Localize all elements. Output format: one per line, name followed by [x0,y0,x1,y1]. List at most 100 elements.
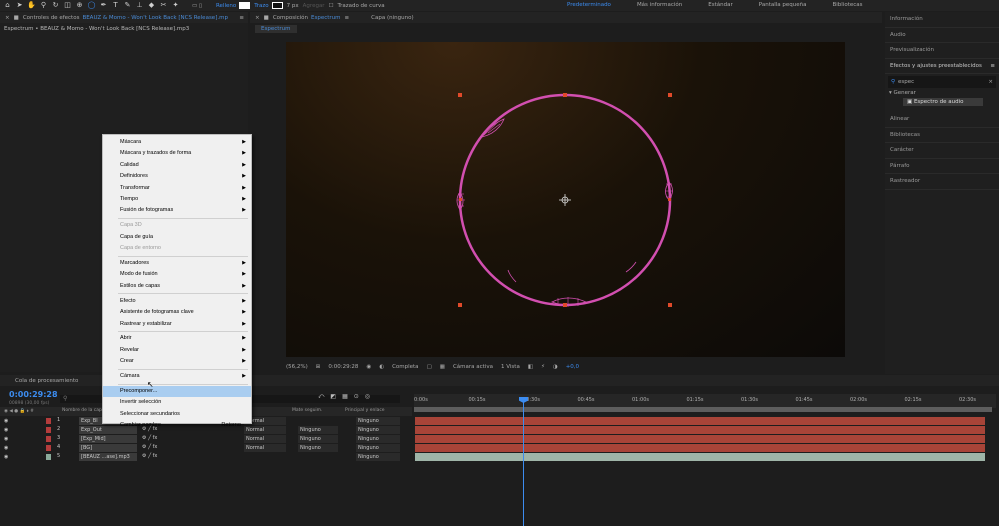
timeline-timecode[interactable]: 0:00:29:28 [9,390,58,399]
label-color-swatch[interactable] [46,445,51,451]
menu-item[interactable]: Fusión de fotogramas ▶ [103,205,251,216]
pen-tool-icon[interactable]: ✒ [99,1,108,10]
layer-switches[interactable]: ⚙ ╱ fx [142,435,157,441]
render-queue-tab[interactable]: Cola de procesamiento [15,378,78,384]
menu-item[interactable]: Definidores ▶ [103,171,251,182]
timeline-switches[interactable]: ⤺◩▦⊙◎ [318,393,376,401]
preview-panel-tab[interactable]: Previsualización [885,43,999,59]
eraser-tool-icon[interactable]: ◆ [147,1,156,10]
tree-item-audio-spectrum[interactable]: ▣ Espectro de audio [903,98,983,106]
parent-dropdown[interactable]: Ninguno [356,444,400,452]
panel-menu-icon[interactable]: ≡ [990,59,995,75]
lock-icon[interactable]: ■ [264,15,269,21]
close-icon[interactable]: × [5,15,10,21]
resolution-dropdown[interactable]: Completa [392,364,419,370]
effects-search-input[interactable]: ⚲ espec × [888,76,996,88]
workspace-standard[interactable]: Estándar [708,0,732,11]
visibility-eye-icon[interactable]: ◉ [4,454,8,460]
effect-controls-file[interactable]: BEAUZ & Momo - Won't Look Back [NCS Rele… [82,15,228,21]
menu-item[interactable]: Cámara ▶ [103,371,251,382]
menu-item[interactable]: Capa de guía [103,232,251,243]
roi-icon[interactable]: ▢ [427,364,432,370]
col-track-matte[interactable]: Mate seguim. [292,408,323,413]
camera-tool-icon[interactable]: ◫ [63,1,72,10]
layer-row[interactable]: ◉ 5 [BEAUZ ...ase].mp3 ⚙ ╱ fx Ninguno [0,453,412,462]
composition-breadcrumb-chip[interactable]: Espectrum [255,24,297,33]
layer-viewer-tab[interactable]: Capa (ninguno) [371,15,413,21]
menu-item[interactable]: Cambiar nombre Retorno [103,420,251,431]
menu-item[interactable]: Transformar ▶ [103,183,251,194]
views-dropdown[interactable]: 1 Vista [501,364,520,370]
tree-group-generate[interactable]: ▾ Generar [889,90,999,96]
toggle-icon[interactable]: ◧ [528,364,533,370]
clone-tool-icon[interactable]: ⊥ [135,1,144,10]
label-color-swatch[interactable] [46,454,51,460]
menu-item[interactable]: Rastrear y estabilizar ▶ [103,319,251,330]
menu-item[interactable]: Seleccionar secundarios [103,409,251,420]
menu-item[interactable]: Modo de fusión ▶ [103,269,251,280]
composition-canvas[interactable] [286,42,845,357]
panel-menu-icon[interactable]: ≡ [239,15,244,21]
menu-item[interactable]: Precomponer... [103,386,251,398]
visibility-eye-icon[interactable]: ◉ [4,436,8,442]
workspace-learn[interactable]: Más información [637,0,682,11]
stroke-swatch[interactable] [271,2,283,9]
current-time-indicator[interactable] [523,397,524,526]
visibility-eye-icon[interactable]: ◉ [4,418,8,424]
workspace-small-screen[interactable]: Pantalla pequeña [759,0,807,11]
audio-panel-tab[interactable]: Audio [885,28,999,43]
composition-name[interactable]: Espectrum [311,15,341,21]
visibility-eye-icon[interactable]: ◉ [4,427,8,433]
menu-item[interactable]: Calidad ▶ [103,160,251,171]
label-color-swatch[interactable] [46,418,51,424]
workspace-libraries[interactable]: Bibliotecas [833,0,863,11]
parent-dropdown[interactable]: Ninguno [356,417,400,425]
layer-name[interactable]: [BG] [79,444,137,452]
menu-item[interactable]: Capa de entorno [103,243,251,254]
fast-previews-icon[interactable]: ⚡ [541,364,545,370]
close-icon[interactable]: × [255,15,260,21]
bezier-checkbox[interactable]: ☐ [329,3,334,9]
menu-item[interactable]: Revelar ▶ [103,345,251,356]
layer-duration-bar[interactable] [415,417,985,425]
track-matte-dropdown[interactable]: Ninguno [298,426,338,434]
layer-row[interactable]: ◉ 4 [BG] ⚙ ╱ fx Normal Ninguno Ninguno [0,444,412,453]
menu-item[interactable]: Tiempo ▶ [103,194,251,205]
stroke-width-value[interactable]: 7 px [287,3,299,9]
grid-icon[interactable]: ⊞ [316,364,321,370]
hand-tool-icon[interactable]: ✋ [27,1,36,10]
menu-item[interactable]: Efecto ▶ [103,296,251,307]
parent-dropdown[interactable]: Ninguno [356,435,400,443]
track-matte-dropdown[interactable]: Ninguno [298,435,338,443]
transparency-grid-icon[interactable]: ▦ [440,364,445,370]
layer-duration-bar[interactable] [415,426,985,434]
layer-switches[interactable]: ⚙ ╱ fx [142,453,157,459]
camera-dropdown[interactable]: Cámara activa [453,364,493,370]
parent-dropdown[interactable]: Ninguno [356,426,400,434]
effect-controls-tab[interactable]: Controles de efectos [23,15,80,21]
layer-duration-bar[interactable] [415,453,985,461]
tracker-panel-tab[interactable]: Rastreador [885,174,999,190]
fill-label[interactable]: Relleno [216,3,236,9]
layer-name[interactable]: [BEAUZ ...ase].mp3 [79,453,137,461]
lock-icon[interactable]: ■ [14,15,19,21]
selection-tool-icon[interactable]: ➤ [15,1,24,10]
panel-menu-icon[interactable]: ≡ [345,15,350,21]
blend-mode-dropdown[interactable]: Normal [244,435,286,443]
menu-item[interactable]: Invertir selección [103,397,251,408]
label-color-swatch[interactable] [46,427,51,433]
track-matte-dropdown[interactable]: Ninguno [298,444,338,452]
work-area-bar[interactable] [414,407,992,412]
current-time[interactable]: 0:00:29:28 [328,364,358,370]
blend-mode-dropdown[interactable]: Normal [244,444,286,452]
pan-behind-tool-icon[interactable]: ⊕ [75,1,84,10]
home-icon[interactable]: ⌂ [3,1,12,10]
layer-name[interactable]: [Exp_Mid] [79,435,137,443]
menu-item[interactable]: Estilos de capas ▶ [103,281,251,292]
effects-presets-panel-title[interactable]: Efectos y ajustes preestablecidos ≡ [885,59,999,75]
snap-icon[interactable]: ▭ ▯ [192,3,202,9]
exposure-value[interactable]: +0,0 [566,364,579,370]
snapshot-icon[interactable]: ◉ [366,364,371,370]
color-icon[interactable]: ◐ [379,364,384,370]
zoom-tool-icon[interactable]: ⚲ [39,1,48,10]
